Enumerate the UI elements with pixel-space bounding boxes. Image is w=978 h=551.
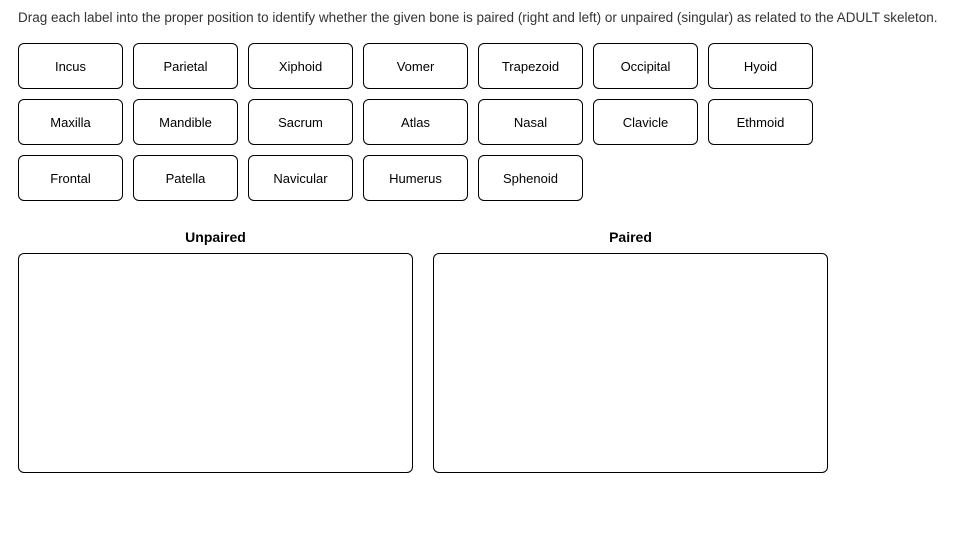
label-row-1: Incus Parietal Xiphoid Vomer Trapezoid O… [18, 43, 960, 89]
drop-title-unpaired: Unpaired [18, 229, 413, 245]
label-chip[interactable]: Sphenoid [478, 155, 583, 201]
drop-zone-paired[interactable] [433, 253, 828, 473]
label-chip[interactable]: Trapezoid [478, 43, 583, 89]
drop-column-paired: Paired [433, 229, 828, 473]
labels-area: Incus Parietal Xiphoid Vomer Trapezoid O… [18, 43, 960, 201]
drop-zone-unpaired[interactable] [18, 253, 413, 473]
label-chip[interactable]: Atlas [363, 99, 468, 145]
label-chip[interactable]: Incus [18, 43, 123, 89]
label-chip[interactable]: Parietal [133, 43, 238, 89]
label-chip[interactable]: Sacrum [248, 99, 353, 145]
label-row-3: Frontal Patella Navicular Humerus Spheno… [18, 155, 960, 201]
label-chip[interactable]: Ethmoid [708, 99, 813, 145]
label-chip[interactable]: Nasal [478, 99, 583, 145]
label-chip[interactable]: Mandible [133, 99, 238, 145]
drop-column-unpaired: Unpaired [18, 229, 413, 473]
label-chip[interactable]: Maxilla [18, 99, 123, 145]
label-chip[interactable]: Xiphoid [248, 43, 353, 89]
label-chip[interactable]: Hyoid [708, 43, 813, 89]
label-chip[interactable]: Patella [133, 155, 238, 201]
label-chip[interactable]: Navicular [248, 155, 353, 201]
label-chip[interactable]: Humerus [363, 155, 468, 201]
label-row-2: Maxilla Mandible Sacrum Atlas Nasal Clav… [18, 99, 960, 145]
label-chip[interactable]: Frontal [18, 155, 123, 201]
label-chip[interactable]: Vomer [363, 43, 468, 89]
instruction-text: Drag each label into the proper position… [18, 10, 960, 25]
label-chip[interactable]: Occipital [593, 43, 698, 89]
drop-section: Unpaired Paired [18, 229, 960, 473]
drop-title-paired: Paired [433, 229, 828, 245]
label-chip[interactable]: Clavicle [593, 99, 698, 145]
